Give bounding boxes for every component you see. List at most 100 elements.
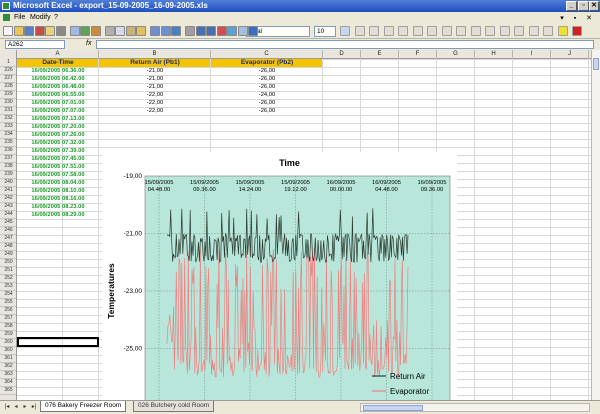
- column-header-i[interactable]: I: [513, 50, 551, 59]
- menu-modify[interactable]: Modify: [30, 14, 51, 21]
- embedded-chart[interactable]: -19,00-21,00-23,00-25,00-27,0015/09/2005…: [102, 152, 457, 400]
- cut-icon[interactable]: [104, 26, 115, 36]
- underline-icon[interactable]: [369, 26, 379, 36]
- print-icon[interactable]: [55, 26, 66, 36]
- hyperlink-icon[interactable]: [171, 26, 181, 36]
- cell-date-time[interactable]: 16/09/2005 07.45.00: [17, 155, 99, 163]
- cell-date-time[interactable]: 16/09/2005 07.20.00: [17, 123, 99, 131]
- autosum-icon[interactable]: [185, 26, 195, 36]
- header-date-time[interactable]: Date-Time: [17, 59, 99, 67]
- bold-icon[interactable]: [340, 26, 350, 36]
- next-sheet-nav-icon[interactable]: ▸: [21, 403, 29, 412]
- fx-icon[interactable]: fx: [86, 40, 91, 47]
- row-header[interactable]: 254: [0, 291, 16, 299]
- row-header[interactable]: 246: [0, 227, 16, 235]
- column-header-c[interactable]: C: [211, 50, 323, 59]
- row-header[interactable]: 260: [0, 339, 16, 347]
- align-center-icon[interactable]: [398, 26, 408, 36]
- row-header[interactable]: 243: [0, 203, 16, 211]
- header-evaporator[interactable]: Evaporator (Pb2): [211, 59, 323, 67]
- email-icon[interactable]: [45, 26, 55, 36]
- row-header[interactable]: 240: [0, 179, 16, 187]
- row-header[interactable]: 235: [0, 139, 16, 147]
- cell-date-time[interactable]: 16/09/2005 08.04.00: [17, 179, 99, 187]
- cell-date-time[interactable]: 16/09/2005 07.01.00: [17, 99, 99, 107]
- sheet-tab-bakery-freezer-room[interactable]: 076 Bakery Freezer Room: [40, 401, 127, 412]
- row-header[interactable]: 248: [0, 243, 16, 251]
- help-icon[interactable]: [248, 26, 258, 36]
- save-icon[interactable]: [24, 26, 34, 36]
- cell-date-time[interactable]: 16/09/2005 08.23.00: [17, 203, 99, 211]
- row-header[interactable]: 245: [0, 219, 16, 227]
- cell-date-time[interactable]: 16/09/2005 07.26.00: [17, 131, 99, 139]
- cell-date-time[interactable]: 16/09/2005 08.10.00: [17, 187, 99, 195]
- cell-evaporator[interactable]: -26,00: [211, 75, 323, 83]
- print-preview-icon[interactable]: [69, 26, 80, 36]
- drawing-icon[interactable]: [227, 26, 237, 36]
- cell-date-time[interactable]: 16/09/2005 07.39.00: [17, 147, 99, 155]
- vertical-scrollbar[interactable]: [591, 50, 600, 400]
- row-header[interactable]: 362: [0, 363, 16, 371]
- row-header[interactable]: 226: [0, 67, 16, 75]
- first-sheet-nav-icon[interactable]: |◂: [3, 403, 11, 412]
- horizontal-scroll-thumb[interactable]: [363, 405, 423, 411]
- undo-icon[interactable]: [150, 26, 160, 36]
- minimize-button[interactable]: _: [566, 1, 577, 11]
- cell-return-air[interactable]: -22,00: [99, 107, 211, 115]
- name-box[interactable]: A262: [5, 40, 65, 49]
- spreadsheet-grid[interactable]: ABCDEFGHIJK 1226227228229230231232233234…: [0, 50, 591, 400]
- menu-help[interactable]: ?: [54, 14, 58, 21]
- cell-evaporator[interactable]: -26,00: [211, 67, 323, 75]
- research-icon[interactable]: [90, 26, 101, 36]
- row-header[interactable]: 242: [0, 195, 16, 203]
- decrease-decimal-icon[interactable]: [499, 26, 510, 36]
- formula-input[interactable]: [96, 40, 594, 49]
- cell-date-time[interactable]: 16/09/2005 07.07.00: [17, 107, 99, 115]
- row-header[interactable]: 234: [0, 131, 16, 139]
- row-header[interactable]: 236: [0, 147, 16, 155]
- cell-date-time[interactable]: 16/09/2005 07.58.00: [17, 171, 99, 179]
- chart-wizard-icon[interactable]: [216, 26, 227, 36]
- row-header[interactable]: 237: [0, 155, 16, 163]
- cell-return-air[interactable]: -21,00: [99, 67, 211, 75]
- cell-date-time[interactable]: 16/09/2005 06.55.00: [17, 91, 99, 99]
- row-header[interactable]: 257: [0, 315, 16, 323]
- header-return-air[interactable]: Return Air (Pb1): [99, 59, 211, 67]
- cell-evaporator[interactable]: -26,00: [211, 83, 323, 91]
- cell-evaporator[interactable]: -26,00: [211, 99, 323, 107]
- row-header[interactable]: 360: [0, 347, 16, 355]
- cell-return-air[interactable]: -21,00: [99, 83, 211, 91]
- row-header[interactable]: 232: [0, 115, 16, 123]
- row-header[interactable]: 365: [0, 387, 16, 395]
- cell-return-air[interactable]: -22,00: [99, 99, 211, 107]
- row-header[interactable]: 361: [0, 355, 16, 363]
- cell-return-air[interactable]: -21,00: [99, 75, 211, 83]
- row-header[interactable]: 233: [0, 123, 16, 131]
- row-header[interactable]: 230: [0, 99, 16, 107]
- row-header[interactable]: 241: [0, 187, 16, 195]
- row-header[interactable]: 364: [0, 379, 16, 387]
- align-right-icon[interactable]: [412, 26, 423, 36]
- borders-icon[interactable]: [543, 26, 553, 36]
- font-color-icon[interactable]: [572, 26, 582, 36]
- zoom-icon[interactable]: [237, 26, 248, 36]
- permission-icon[interactable]: [34, 26, 45, 36]
- cell-date-time[interactable]: 16/09/2005 08.16.00: [17, 195, 99, 203]
- cell-return-air[interactable]: -22,00: [99, 91, 211, 99]
- row-header[interactable]: 244: [0, 211, 16, 219]
- row-header[interactable]: 253: [0, 283, 16, 291]
- sheet-tab-butchery-cold-room[interactable]: 026 Butchery cold Room: [133, 401, 215, 412]
- row-header[interactable]: 363: [0, 371, 16, 379]
- sort-desc-icon[interactable]: [206, 26, 216, 36]
- column-header-g[interactable]: G: [437, 50, 475, 59]
- row-header[interactable]: 229: [0, 91, 16, 99]
- row-header[interactable]: 258: [0, 323, 16, 331]
- increase-indent-icon[interactable]: [528, 26, 539, 36]
- increase-decimal-icon[interactable]: [485, 26, 495, 36]
- font-size-box[interactable]: 10: [314, 26, 336, 37]
- close-button[interactable]: ✕: [589, 1, 599, 11]
- cell-date-time[interactable]: 16/09/2005 08.29.00: [17, 211, 99, 219]
- format-painter-icon[interactable]: [136, 26, 146, 36]
- cell-evaporator[interactable]: -24,00: [211, 91, 323, 99]
- cell-date-time[interactable]: 16/09/2005 06.36.00: [17, 67, 99, 75]
